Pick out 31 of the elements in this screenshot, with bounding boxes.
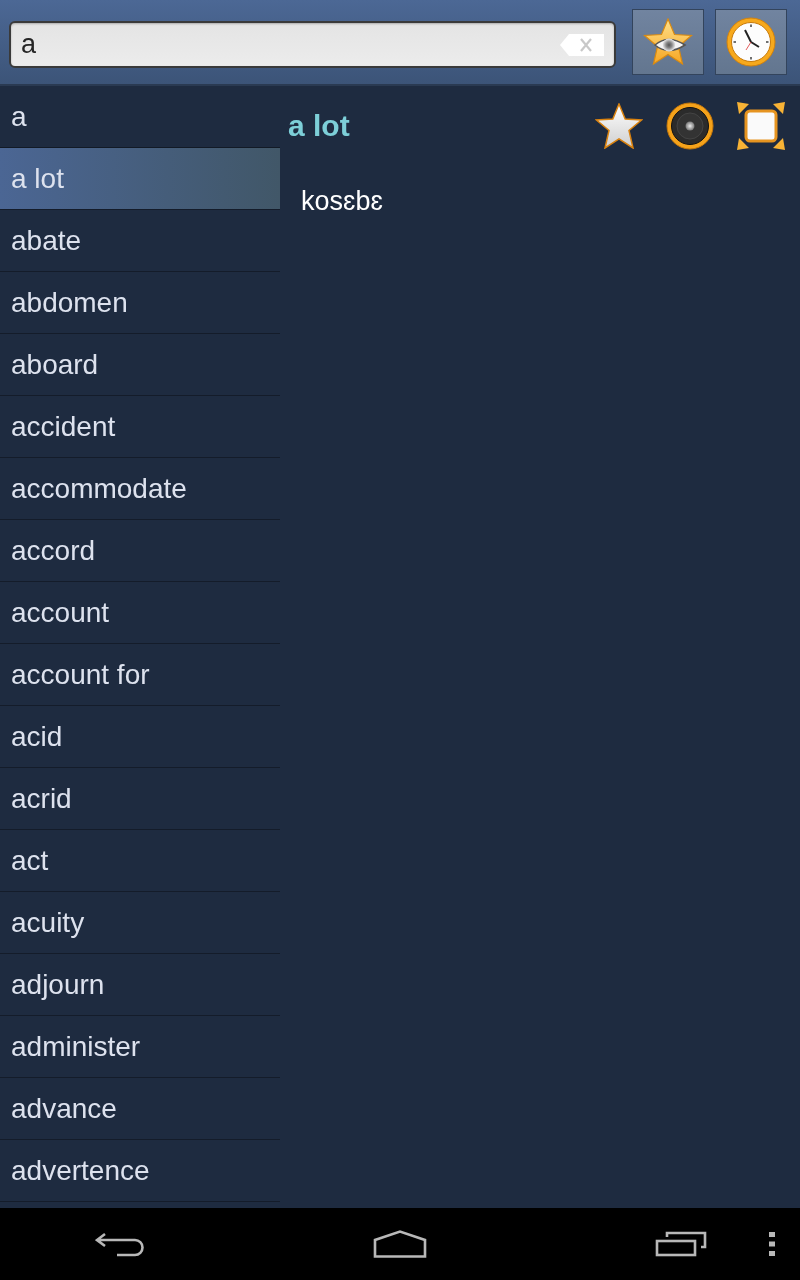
search-field[interactable]: a bbox=[9, 20, 616, 68]
favorites-button[interactable] bbox=[632, 9, 704, 75]
word-list-item[interactable]: accord bbox=[0, 520, 280, 582]
word-list-item[interactable]: aboard bbox=[0, 334, 280, 396]
home-icon[interactable] bbox=[373, 1230, 427, 1258]
speaker-icon[interactable] bbox=[666, 102, 714, 150]
word-list-item[interactable]: abdomen bbox=[0, 272, 280, 334]
word-list-item[interactable]: administer bbox=[0, 1016, 280, 1078]
clock-icon bbox=[726, 17, 776, 67]
back-icon[interactable] bbox=[95, 1231, 145, 1257]
word-list-item[interactable]: adjourn bbox=[0, 954, 280, 1016]
history-button[interactable] bbox=[715, 9, 787, 75]
recent-apps-icon[interactable] bbox=[655, 1231, 707, 1257]
word-list-item[interactable]: accident bbox=[0, 396, 280, 458]
word-list-item[interactable]: advance bbox=[0, 1078, 280, 1140]
word-list-item[interactable]: abate bbox=[0, 210, 280, 272]
word-list-item[interactable]: acuity bbox=[0, 892, 280, 954]
menu-icon[interactable] bbox=[769, 1232, 775, 1256]
word-list-item[interactable]: act bbox=[0, 830, 280, 892]
word-list-item[interactable]: acrid bbox=[0, 768, 280, 830]
word-list-item[interactable]: account bbox=[0, 582, 280, 644]
word-list-item[interactable]: accommodate bbox=[0, 458, 280, 520]
fullscreen-icon[interactable] bbox=[737, 102, 785, 150]
word-list-item[interactable]: advertence bbox=[0, 1140, 280, 1202]
star-icon[interactable] bbox=[595, 103, 643, 149]
headword: a lot bbox=[288, 109, 350, 143]
word-list-item[interactable]: account for bbox=[0, 644, 280, 706]
translation-text: kosɛbɛ bbox=[300, 186, 384, 217]
word-list-item[interactable]: acid bbox=[0, 706, 280, 768]
star-eye-icon bbox=[643, 18, 693, 66]
word-list-item[interactable]: a lot bbox=[0, 147, 280, 210]
